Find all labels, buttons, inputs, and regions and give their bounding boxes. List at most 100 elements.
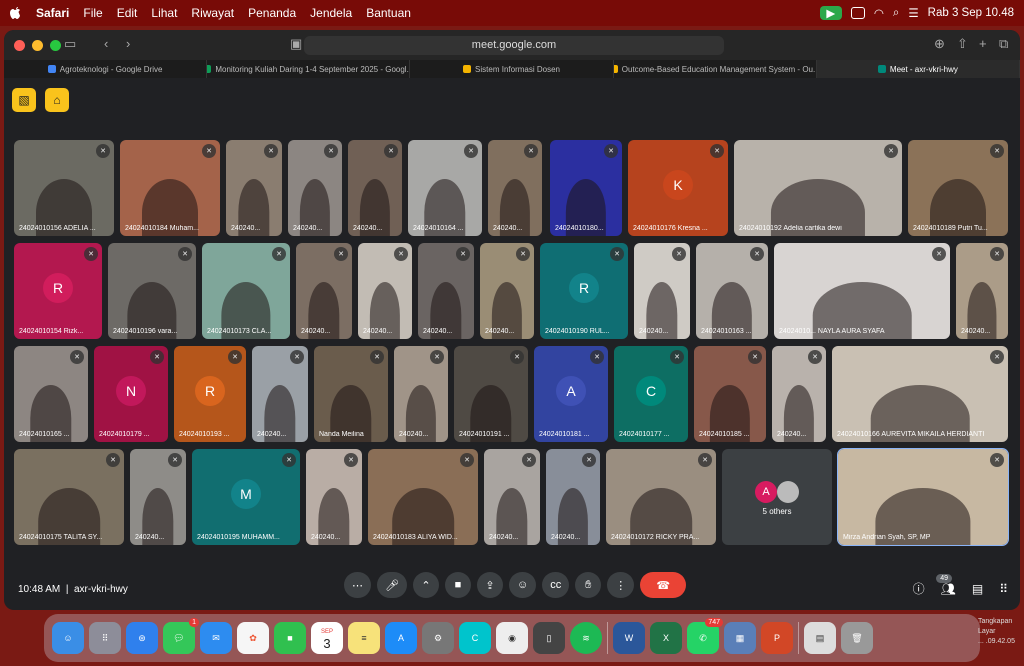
- participant-tile[interactable]: ✕ 24024010156 ADELIA ...: [14, 140, 114, 236]
- present-button[interactable]: ⇪: [476, 572, 503, 598]
- iphone-mirroring-icon[interactable]: ▯: [533, 622, 565, 654]
- participant-tile[interactable]: ✕ 24024010183 ALIYA WID...: [368, 449, 478, 545]
- participant-tile[interactable]: ✕ Mirza Andrian Syah, SP, MP: [837, 448, 1009, 546]
- participant-tile[interactable]: K ✕ 24024010176 Kresna ...: [628, 140, 728, 236]
- finder-icon[interactable]: ☺: [52, 622, 84, 654]
- others-tile[interactable]: A 5 others: [722, 449, 832, 545]
- participant-tile[interactable]: ✕ 24024010192 Adelia cartika dewi: [734, 140, 902, 236]
- sidebar-icon[interactable]: ▭: [64, 36, 76, 52]
- participant-tile[interactable]: N ✕ 24024010179 ...: [94, 346, 168, 442]
- participant-tile[interactable]: ✕ 240240...: [348, 140, 402, 236]
- participant-tile[interactable]: R ✕ 24024010154 Rizk...: [14, 243, 102, 339]
- safari-icon[interactable]: ⊛: [126, 622, 158, 654]
- search-icon[interactable]: ⌕: [893, 7, 899, 20]
- participant-tile[interactable]: ✕ Nanda Meilina: [314, 346, 388, 442]
- chat-icon[interactable]: ▤: [972, 582, 983, 596]
- participant-tile[interactable]: ✕ 240240...: [634, 243, 690, 339]
- participant-tile[interactable]: ✕ 240240...: [306, 449, 362, 545]
- facetime-icon[interactable]: ■: [274, 622, 306, 654]
- tabs-grid-icon[interactable]: ⧉: [999, 36, 1008, 52]
- participant-tile[interactable]: ✕ 240240...: [252, 346, 308, 442]
- tab-sid[interactable]: Sistem Informasi Dosen: [410, 60, 614, 78]
- tab-drive[interactable]: Agroteknologi - Google Drive: [4, 60, 208, 78]
- participant-tile[interactable]: ✕ 24024010184 Muham...: [120, 140, 220, 236]
- participant-tile[interactable]: R ✕ 24024010193 ...: [174, 346, 246, 442]
- back-icon[interactable]: ‹: [104, 36, 108, 51]
- leave-call-button[interactable]: ☎︎: [640, 572, 687, 598]
- participant-tile[interactable]: ✕ 240240...: [488, 140, 542, 236]
- control-center-icon[interactable]: ☰: [908, 6, 918, 20]
- participant-tile[interactable]: ✕ 240240...: [226, 140, 282, 236]
- participant-tile[interactable]: ✕ 240240...: [418, 243, 474, 339]
- microphone-button[interactable]: 🎤︎: [377, 572, 407, 598]
- menu-edit[interactable]: Edit: [117, 6, 138, 20]
- menu-help[interactable]: Bantuan: [366, 6, 411, 20]
- excel-icon[interactable]: X: [650, 622, 682, 654]
- trash-icon[interactable]: 🗑︎: [841, 622, 873, 654]
- menu-window[interactable]: Jendela: [310, 6, 352, 20]
- participant-tile[interactable]: C ✕ 24024010177 ...: [614, 346, 688, 442]
- tab-meet[interactable]: Meet - axr-vkri-hwy: [816, 60, 1020, 78]
- participant-tile[interactable]: ✕ 240240...: [546, 449, 600, 545]
- participant-tile[interactable]: ✕ 240240...: [484, 449, 540, 545]
- close-window-button[interactable]: [14, 39, 25, 51]
- more-options-button[interactable]: ⋮: [607, 572, 635, 598]
- download-icon[interactable]: ⊕: [934, 36, 945, 52]
- screenshot-file-icon[interactable]: ▤: [804, 622, 836, 654]
- app-store-icon[interactable]: A: [385, 622, 417, 654]
- participant-tile[interactable]: ✕ 24024010... NAYLA AURA SYAFA: [774, 243, 950, 339]
- photos-icon[interactable]: ✿: [237, 622, 269, 654]
- emoji-button[interactable]: ☺: [508, 572, 537, 598]
- menu-history[interactable]: Riwayat: [191, 6, 234, 20]
- camera-button[interactable]: ■: [444, 572, 471, 598]
- powerpoint-icon[interactable]: P: [761, 622, 793, 654]
- participant-tile[interactable]: ✕ 24024010196 vara...: [108, 243, 196, 339]
- participant-tile[interactable]: ✕ 240240...: [358, 243, 412, 339]
- meeting-details-icon[interactable]: ⓘ: [913, 580, 925, 597]
- captions-off-icon[interactable]: ▧: [12, 88, 36, 112]
- host-controls-icon[interactable]: ⌂: [45, 88, 69, 112]
- spotify-icon[interactable]: ≋: [570, 622, 602, 654]
- participant-tile[interactable]: ✕ 24024010165 ...: [14, 346, 88, 442]
- new-tab-icon[interactable]: +: [979, 36, 987, 51]
- tab-sheets[interactable]: Monitoring Kuliah Daring 1-4 September 2…: [207, 60, 411, 78]
- participant-tile[interactable]: A ✕ 24024010181 ...: [534, 346, 608, 442]
- participant-tile[interactable]: ✕ 24024010173 CLA...: [202, 243, 290, 339]
- participant-tile[interactable]: M ✕ 24024010195 MUHAMM...: [192, 449, 300, 545]
- preview-icon[interactable]: ▦: [724, 622, 756, 654]
- apple-icon[interactable]: [10, 6, 22, 20]
- canva-icon[interactable]: C: [459, 622, 491, 654]
- camera-active-icon[interactable]: ▶: [819, 6, 842, 20]
- participant-tile[interactable]: ✕ 240240...: [772, 346, 826, 442]
- participant-tile[interactable]: ✕ 240240...: [288, 140, 342, 236]
- share-icon[interactable]: ⇧: [957, 36, 968, 52]
- calendar-icon[interactable]: SEP 3: [311, 622, 343, 654]
- menu-view[interactable]: Lihat: [151, 6, 177, 20]
- captions-button[interactable]: cc: [542, 572, 570, 598]
- notes-icon[interactable]: ≡: [348, 622, 380, 654]
- zoom-window-button[interactable]: [50, 39, 61, 51]
- launchpad-icon[interactable]: ⠿: [89, 622, 121, 654]
- participant-tile[interactable]: ✕ 24024010180...: [550, 140, 622, 236]
- messages-icon[interactable]: 💬︎ 1: [163, 618, 199, 654]
- participant-tile[interactable]: ✕ 240240...: [956, 243, 1008, 339]
- menu-app[interactable]: Safari: [36, 6, 69, 20]
- menu-bookmarks[interactable]: Penanda: [248, 6, 296, 20]
- participant-tile[interactable]: ✕ 240240...: [130, 449, 186, 545]
- participant-tile[interactable]: R ✕ 24024010190 RUL...: [540, 243, 628, 339]
- participant-tile[interactable]: ✕ 24024010191 ...: [454, 346, 528, 442]
- participant-tile[interactable]: ✕ 24024010175 TALITA SY...: [14, 449, 124, 545]
- address-bar[interactable]: meet.google.com: [304, 36, 724, 55]
- activities-icon[interactable]: ⠿: [999, 582, 1008, 596]
- video-options-icon[interactable]: ⌃: [412, 572, 439, 598]
- participant-tile[interactable]: ✕ 24024010164 ...: [408, 140, 482, 236]
- tab-obe[interactable]: Outcome-Based Education Management Syste…: [613, 60, 817, 78]
- participant-tile[interactable]: ✕ 240240...: [480, 243, 534, 339]
- forward-icon[interactable]: ›: [126, 36, 130, 51]
- screenshot-icon[interactable]: ◉: [496, 622, 528, 654]
- raise-hand-button[interactable]: ✋︎: [575, 572, 602, 598]
- whatsapp-icon[interactable]: ✆ 747: [687, 618, 723, 654]
- system-settings-icon[interactable]: ⚙: [422, 622, 454, 654]
- participant-tile[interactable]: ✕ 24024010163 ...: [696, 243, 768, 339]
- mail-icon[interactable]: ✉: [200, 622, 232, 654]
